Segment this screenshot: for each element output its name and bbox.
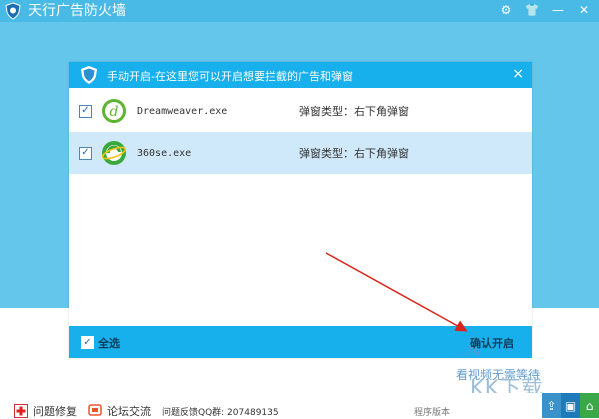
list-item[interactable]: ✓ 360se.exe 弹窗类型：右下角弹窗 [69,132,532,174]
save-icon[interactable]: ▣ [561,393,580,418]
dialog-header: 手动开启-在这里您可以开启想要拦截的广告和弹窗 × [69,62,532,88]
dialog-title: 手动开启-在这里您可以开启想要拦截的广告和弹窗 [107,70,353,83]
report-repair-link[interactable]: 问题修复 [14,403,77,419]
list-item[interactable]: ✓ d Dreamweaver.exe 弹窗类型：右下角弹窗 [69,90,532,132]
forum-label: 论坛交流 [107,405,151,418]
popup-type: 弹窗类型：右下角弹窗 [299,105,409,118]
dreamweaver-icon: d [102,99,126,123]
row-checkbox[interactable]: ✓ [79,146,92,160]
dialog-close-icon[interactable]: × [512,66,524,82]
svg-text:d: d [110,104,119,120]
share-icon[interactable]: ⇪ [542,393,561,418]
shirt-icon[interactable]: 👕 [523,1,541,19]
home-icon[interactable]: ⌂ [580,393,599,418]
report-label: 问题修复 [33,405,77,418]
close-icon[interactable]: ✕ [575,1,593,19]
exe-name: Dreamweaver.exe [137,105,228,117]
row-checkbox[interactable]: ✓ [79,104,92,118]
qq-group-text: 问题反馈QQ群: 207489135 [162,408,279,418]
app-title: 天行广告防火墙 [28,3,126,19]
select-all-label[interactable]: 全选 [98,335,120,351]
popup-type: 弹窗类型：右下角弹窗 [299,147,409,160]
manual-enable-dialog: 手动开启-在这里您可以开启想要拦截的广告和弹窗 × ✓ d Dreamweave… [69,62,532,358]
exe-name: 360se.exe [137,147,192,159]
version-text: 程序版本 [414,408,451,418]
app-title-bar: 天行广告防火墙 ⚙ 👕 — ✕ [0,0,599,22]
select-all-checkbox[interactable]: ✓ [81,336,94,349]
first-aid-icon [14,404,28,418]
360se-icon [101,141,127,165]
minimize-icon[interactable]: — [549,1,567,19]
shield-logo-icon [5,2,21,20]
shield-icon [81,66,97,84]
watermark-text: ...TA [456,345,480,358]
settings-icon[interactable]: ⚙ [497,1,515,19]
forum-link[interactable]: 论坛交流 [88,403,151,419]
forum-icon [88,404,102,416]
